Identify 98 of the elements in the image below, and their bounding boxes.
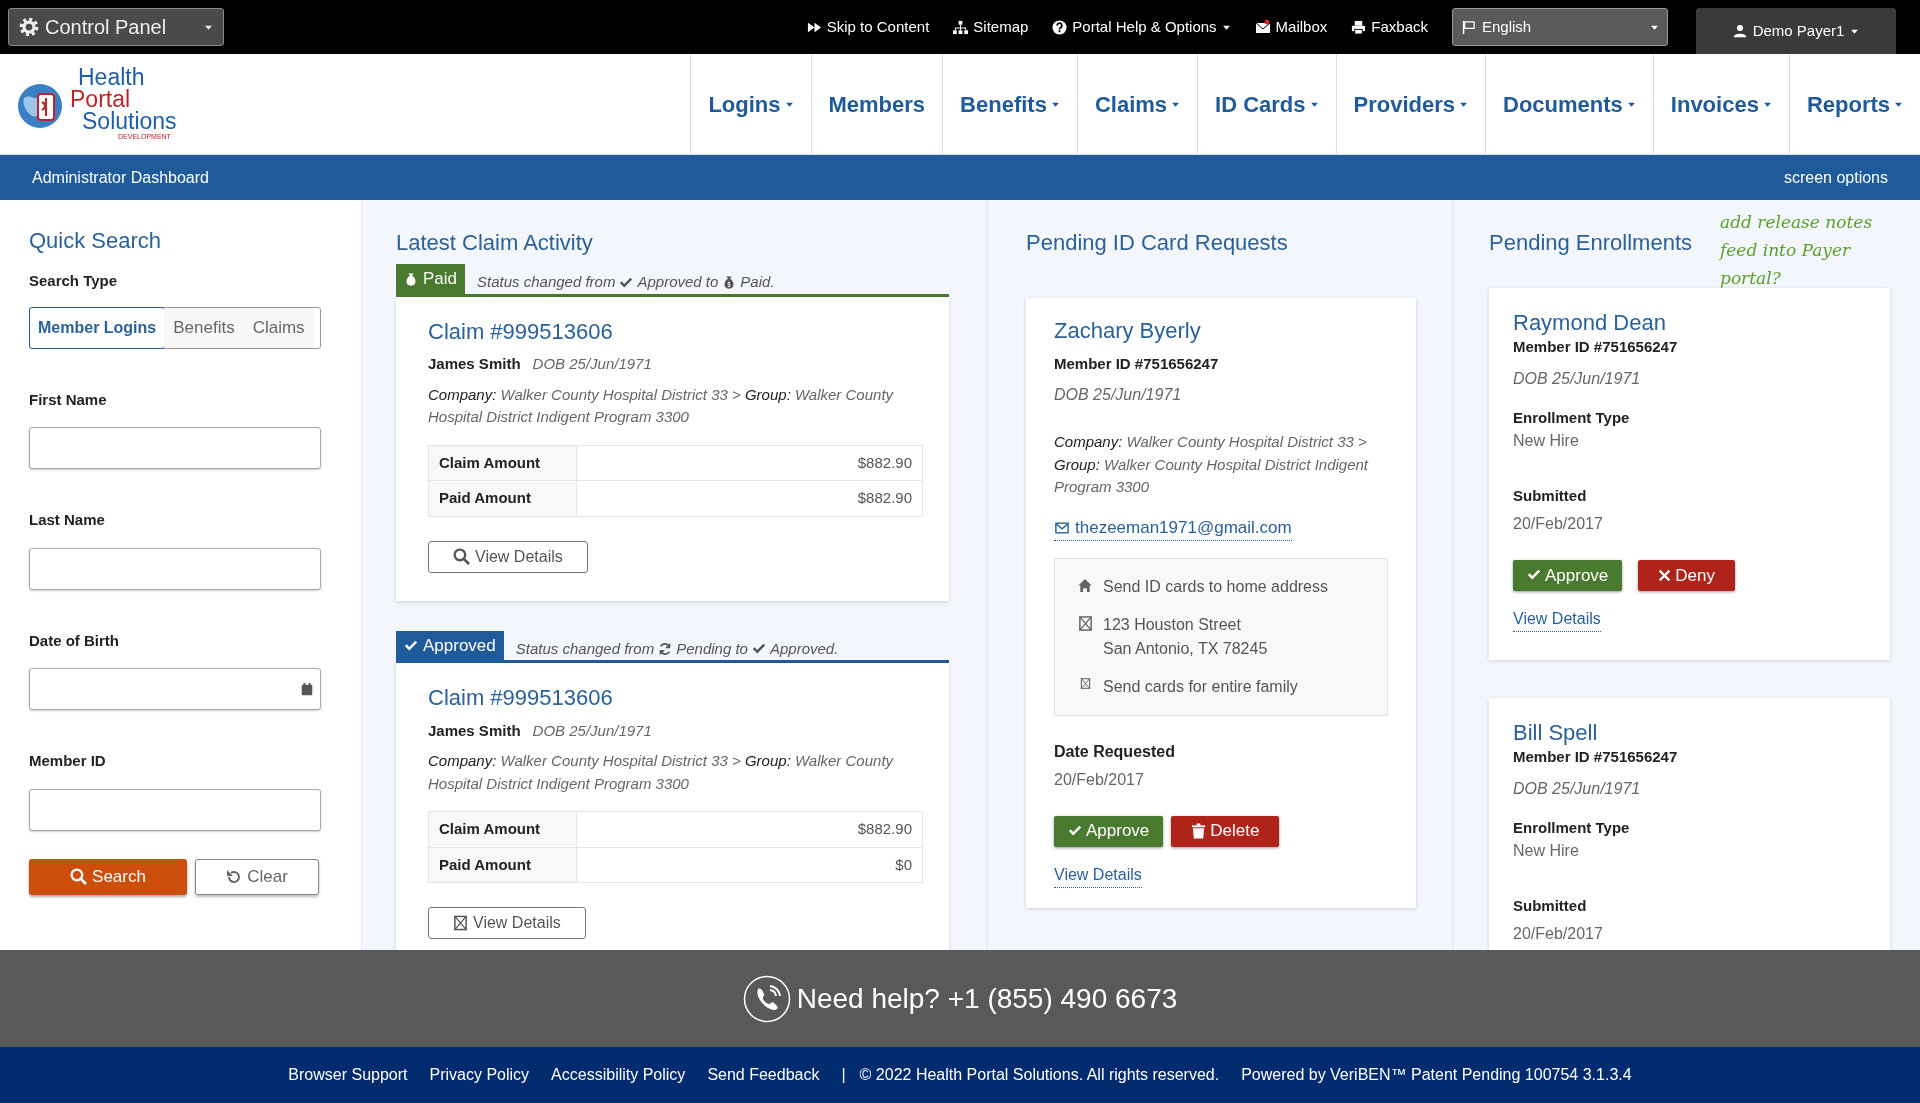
field-label: Search Type [29, 271, 119, 292]
screen-options-link[interactable]: screen options [1783, 165, 1888, 190]
member-id: Member ID #751656247 [1054, 353, 1220, 374]
logo-text: Health [78, 65, 146, 88]
field-label: Date of Birth [29, 630, 120, 651]
date-of-birth: DOB 25/Jun/1971 [1513, 778, 1642, 799]
view-details-button[interactable]: View Details [428, 907, 586, 940]
date-of-birth: DOB 25/Jun/1971 [1054, 385, 1183, 406]
email-link[interactable]: thezeeman1971@gmail.com [1054, 514, 1292, 542]
separator-text: | [841, 1065, 846, 1085]
submitted-date: 20/Feb/2017 [1513, 923, 1604, 944]
language-select[interactable]: English [1452, 8, 1668, 46]
field-label: Date Requested [1054, 741, 1176, 762]
submitted-date: 20/Feb/2017 [1513, 513, 1604, 534]
member-id: Member ID #751656247 [1513, 337, 1679, 358]
claim-number[interactable]: Claim #999513606 [428, 318, 923, 346]
view-details-link[interactable]: View Details [1513, 606, 1601, 632]
field-label: First Name [29, 389, 108, 410]
nav-menu-item[interactable]: Claims [1076, 54, 1198, 154]
enrollment-type: New Hire [1513, 841, 1580, 862]
company-group-text: Company: Walker County Hospital District 33 > Group: Walker County Hospital District Indigent Program 3300 [428, 384, 895, 428]
member-name: James Smith [428, 720, 521, 741]
nav-menu-item[interactable]: ID Cards [1197, 54, 1336, 154]
nav-menu-item[interactable]: Benefits [942, 54, 1077, 154]
section-heading: Pending ID Card Requests [1026, 230, 1289, 257]
top-link[interactable]: Skip to Content [806, 15, 930, 39]
member-name[interactable]: Raymond Dean [1513, 310, 1866, 337]
top-link[interactable]: Mailbox [1254, 15, 1328, 39]
table-cell: $882.90 [576, 480, 923, 517]
view-details-button[interactable]: View Details [428, 540, 588, 573]
search-type-tab[interactable]: Benefits [164, 307, 244, 348]
section-heading: Pending Enrollments [1489, 230, 1692, 257]
nav-menu-item[interactable]: Invoices [1652, 54, 1789, 154]
request-date: 20/Feb/2017 [1054, 769, 1145, 790]
member-id: Member ID #751656247 [1513, 747, 1679, 768]
field-label: Enrollment Type [1513, 407, 1631, 428]
field-label: Enrollment Type [1513, 817, 1631, 838]
date-of-birth: DOB 25/Jun/1971 [532, 720, 652, 741]
field-label: Last Name [29, 510, 106, 531]
option-text: Send cards for entire family [1103, 676, 1298, 697]
section-heading: Latest Claim Activity [396, 230, 594, 257]
option-text: 123 Houston Street [1103, 614, 1242, 635]
table-cell: $0 [576, 847, 923, 883]
footer-link[interactable]: Send Feedback [707, 1063, 820, 1087]
top-link[interactable]: Sitemap [953, 15, 1029, 39]
nav-menu-item[interactable]: Reports [1788, 54, 1920, 154]
date-of-birth: DOB 25/Jun/1971 [532, 354, 652, 375]
enrollment-type: New Hire [1513, 431, 1580, 452]
nav-menu-item[interactable]: Logins [690, 54, 811, 154]
status-label: Approved [396, 630, 504, 661]
copyright-text: © 2022 Health Portal Solutions. All rights reserved. [859, 1065, 1220, 1085]
top-link[interactable]: Faxback [1351, 15, 1428, 39]
member-name[interactable]: Zachary Byerly [1054, 318, 1388, 345]
delete-button[interactable]: Delete [1171, 815, 1280, 847]
claim-number[interactable]: Claim #999513606 [428, 685, 923, 712]
member-name[interactable]: Bill Spell [1513, 719, 1866, 747]
user-menu-button[interactable]: Demo Payer1 [1696, 8, 1896, 54]
nav-menu-item[interactable]: Providers [1335, 54, 1486, 154]
field-label: Submitted [1513, 486, 1588, 507]
top-link[interactable]: Portal Help & Options [1052, 15, 1231, 39]
footer-link[interactable]: Browser Support [288, 1063, 408, 1087]
view-details-link[interactable]: View Details [1054, 862, 1142, 888]
logo-text: Portal [70, 87, 131, 110]
date-of-birth: DOB 25/Jun/1971 [1513, 368, 1642, 389]
page-title: Administrator Dashboard [32, 167, 209, 188]
footer-link[interactable]: Accessibility Policy [551, 1063, 686, 1087]
table-cell: Claim Amount [428, 811, 577, 848]
deny-button[interactable]: Deny [1638, 559, 1735, 591]
control-panel-button[interactable]: Control Panel [8, 8, 224, 46]
powered-by-text: Powered by VeriBEN™ Patent Pending 100754 3.1.3.4 [1241, 1065, 1632, 1085]
section-heading: Quick Search [29, 228, 163, 255]
handwritten-note: add release notes feed into Payer portal? [1720, 211, 1874, 290]
company-group-text: Company: Walker County Hospital District 33 > Group: Walker County Hospital District Indigent Program 3300 [428, 751, 895, 794]
search-type-tab[interactable]: Member Logins [29, 306, 166, 349]
table-cell: Claim Amount [428, 445, 577, 481]
nav-menu-item[interactable]: Documents [1485, 54, 1653, 154]
company-group-text: Company: Walker County Hospital District 33 > Group: Walker County Hospital District Indigent Program 3300 [1054, 432, 1370, 498]
logo-text: Solutions [82, 109, 177, 132]
search-type-tab[interactable]: Claims [243, 307, 314, 348]
table-cell: Paid Amount [428, 480, 577, 517]
option-text: Send ID cards to home address [1103, 576, 1328, 597]
help-phone-text: Need help? +1 (855) 490 6673 [796, 981, 1178, 1016]
clear-button[interactable]: Clear [195, 858, 319, 895]
nav-menu-item[interactable]: Members [810, 54, 943, 154]
status-change-note: Status changed from Pending to Approved. [514, 638, 839, 659]
status-label: Paid [396, 264, 466, 294]
option-text: San Antonio, TX 78245 [1103, 638, 1268, 659]
approve-button[interactable]: Approve [1054, 815, 1164, 847]
field-label: Member ID [29, 751, 107, 772]
approve-button[interactable]: Approve [1513, 559, 1623, 591]
table-cell: $882.90 [576, 811, 923, 848]
table-cell: $882.90 [576, 445, 923, 481]
table-cell: Paid Amount [428, 847, 577, 883]
member-name: James Smith [428, 354, 521, 375]
field-label: Submitted [1513, 896, 1588, 917]
status-change-note: Status changed from Approved to Paid. [476, 272, 775, 293]
footer-link[interactable]: Privacy Policy [429, 1063, 530, 1087]
search-button[interactable]: Search [29, 858, 187, 895]
